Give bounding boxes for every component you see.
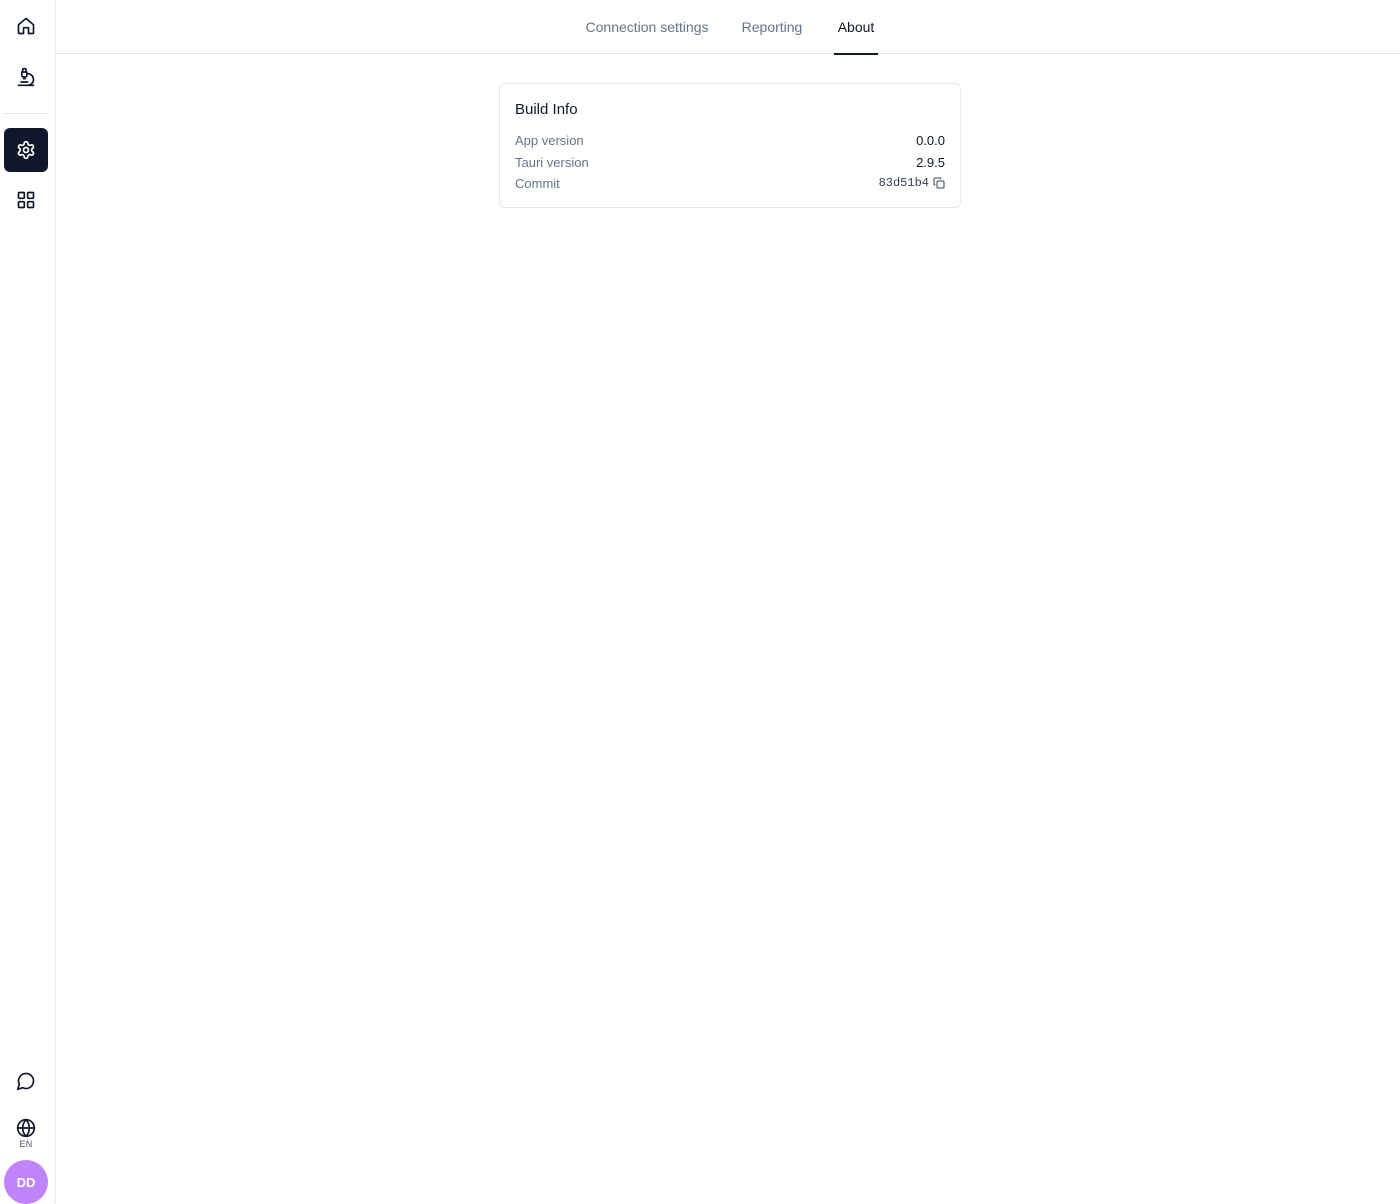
language-switcher[interactable]: EN — [4, 1114, 48, 1152]
tab-label: About — [837, 19, 875, 35]
language-label: EN — [19, 1138, 33, 1149]
info-label: Tauri version — [515, 154, 589, 170]
info-row-commit: Commit 83d51b4 — [515, 173, 945, 193]
tab-bar: Connection settings Reporting About — [56, 0, 1400, 55]
info-label: Commit — [515, 175, 560, 191]
sidebar-item-home[interactable] — [4, 4, 48, 48]
commit-value-group: 83d51b4 — [879, 176, 945, 190]
info-row-tauri-version: Tauri version 2.9.5 — [515, 152, 945, 172]
globe-icon — [16, 1118, 36, 1137]
card-title: Build Info — [515, 101, 578, 118]
sidebar-item-lab[interactable] — [4, 55, 48, 99]
feedback-button[interactable] — [4, 1059, 48, 1103]
sidebar: EN DD — [0, 0, 56, 1204]
tab-connection-settings[interactable]: Connection settings — [582, 0, 712, 54]
copy-commit-button[interactable] — [933, 177, 945, 189]
sidebar-divider — [4, 113, 48, 114]
grid-icon — [17, 191, 35, 209]
message-circle-icon — [16, 1072, 35, 1091]
sidebar-item-apps[interactable] — [4, 178, 48, 222]
info-label: App version — [515, 132, 584, 148]
gear-icon — [17, 140, 35, 160]
sidebar-item-settings[interactable] — [4, 128, 48, 172]
info-value: 0.0.0 — [916, 132, 945, 148]
tab-label: Reporting — [741, 19, 803, 35]
info-row-app-version: App version 0.0.0 — [515, 130, 945, 150]
copy-icon — [933, 177, 945, 189]
tab-label: Connection settings — [585, 19, 709, 35]
build-info-card: Build Info App version 0.0.0 Tauri versi… — [499, 83, 961, 208]
avatar[interactable]: DD — [4, 1160, 48, 1204]
commit-hash: 83d51b4 — [878, 176, 929, 190]
home-icon — [17, 17, 35, 35]
tab-about[interactable]: About — [834, 0, 878, 55]
tab-reporting[interactable]: Reporting — [740, 0, 804, 54]
microscope-icon — [17, 67, 35, 87]
info-value: 2.9.5 — [916, 154, 945, 170]
avatar-initials: DD — [16, 1174, 36, 1190]
